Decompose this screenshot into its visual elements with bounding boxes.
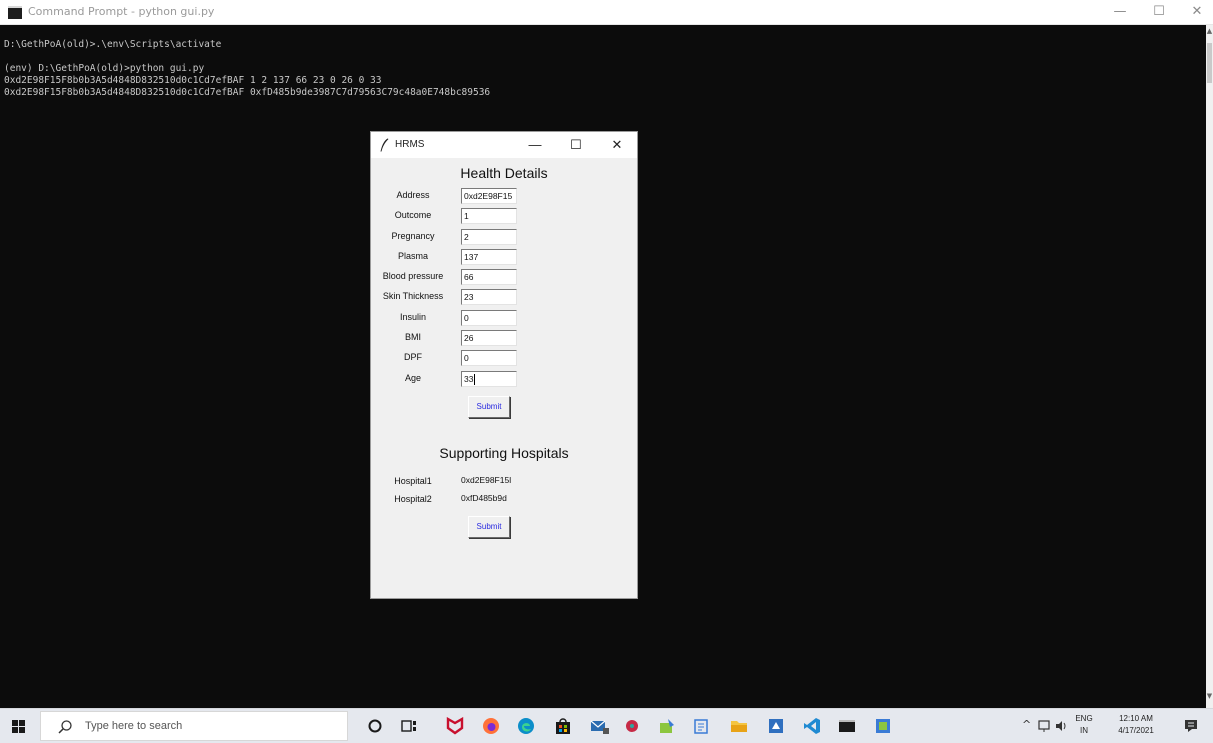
insulin-field[interactable]: 0	[461, 310, 517, 326]
console-line: (env) D:\GethPoA(old)>python gui.py	[4, 63, 205, 74]
hospital1-address: 0xd2E98F15l	[461, 475, 512, 485]
command-prompt-icon[interactable]	[835, 714, 859, 738]
submit-health-button[interactable]: Submit	[468, 396, 510, 418]
language-indicator[interactable]: ENG	[1073, 714, 1095, 723]
hrms-window: HRMS — ☐ ✕ Health Details Address 0xd2E9…	[371, 132, 637, 598]
console-line: 0xd2E98F15F8b0b3A5d4848D832510d0c1Cd7efB…	[4, 75, 382, 86]
blood-pressure-field[interactable]: 66	[461, 269, 517, 285]
skin-thickness-label: Skin Thickness	[382, 291, 444, 301]
hospital1-label: Hospital1	[394, 476, 432, 486]
hrms-close-button[interactable]: ✕	[603, 135, 631, 155]
supporting-hospitals-heading: Supporting Hospitals	[439, 445, 569, 461]
vscode-icon[interactable]	[800, 714, 824, 738]
age-value: 33	[464, 374, 474, 384]
bmi-field[interactable]: 26	[461, 330, 517, 346]
speaker-icon[interactable]	[1053, 714, 1069, 738]
scroll-down-icon[interactable]: ▼	[1206, 692, 1213, 700]
dpf-label: DPF	[404, 352, 422, 362]
notepadpp-icon[interactable]	[690, 714, 714, 738]
file-explorer-icon[interactable]	[727, 714, 751, 738]
feather-icon	[380, 138, 389, 152]
app-icon[interactable]	[620, 714, 644, 738]
search-placeholder: Type here to search	[85, 720, 183, 732]
taskbar-search-box[interactable]: Type here to search	[40, 711, 348, 741]
network-icon[interactable]	[1036, 714, 1052, 738]
scroll-thumb[interactable]	[1207, 43, 1212, 83]
bmi-label: BMI	[404, 332, 421, 342]
age-label: Age	[404, 373, 421, 383]
hospital2-label: Hospital2	[394, 494, 432, 504]
console-titlebar[interactable]: Command Prompt - python gui.py — ☐ ✕	[0, 0, 1213, 25]
console-minimize-button[interactable]: —	[1105, 2, 1135, 22]
task-view-icon[interactable]	[397, 714, 421, 738]
hrms-maximize-button[interactable]: ☐	[562, 135, 590, 155]
text-caret	[474, 374, 476, 386]
pregnancy-field[interactable]: 2	[461, 229, 517, 245]
azure-icon[interactable]	[764, 714, 788, 738]
plasma-field[interactable]: 137	[461, 249, 517, 265]
taskbar: Type here to search ^ ENG IN 12:10 AM 4/…	[0, 708, 1213, 743]
blood-pressure-label: Blood pressure	[382, 271, 444, 281]
clock-time[interactable]: 12:10 AM	[1106, 714, 1166, 723]
cortana-icon[interactable]	[363, 714, 387, 738]
submit-hospitals-button[interactable]: Submit	[468, 516, 510, 538]
hrms-minimize-button[interactable]: —	[521, 135, 549, 155]
address-field[interactable]: 0xd2E98F15	[461, 188, 517, 204]
scroll-up-icon[interactable]: ▲	[1206, 27, 1213, 35]
mcafee-icon[interactable]	[443, 714, 467, 738]
store-icon[interactable]	[551, 714, 575, 738]
clock-date[interactable]: 4/17/2021	[1106, 726, 1166, 735]
tray-chevron-icon[interactable]: ^	[1022, 718, 1031, 731]
console-window-title: Command Prompt - python gui.py	[28, 5, 215, 18]
plasma-label: Plasma	[397, 251, 428, 261]
dpf-field[interactable]: 0	[461, 350, 517, 366]
hospital2-address: 0xfD485b9d	[461, 493, 507, 503]
console-line: D:\GethPoA(old)>.\env\Scripts\activate	[4, 39, 222, 50]
pregnancy-label: Pregnancy	[391, 231, 435, 241]
console-output: D:\GethPoA(old)>.\env\Scripts\activate (…	[4, 39, 490, 99]
app-icon-2[interactable]	[871, 714, 895, 738]
hrms-titlebar[interactable]: HRMS — ☐ ✕	[371, 132, 637, 158]
search-icon	[58, 720, 72, 734]
health-details-heading: Health Details	[460, 165, 548, 181]
command-prompt-icon	[8, 6, 22, 19]
windows-start-icon[interactable]	[6, 713, 32, 739]
hrms-window-title: HRMS	[395, 139, 425, 150]
age-field[interactable]: 33	[461, 371, 517, 387]
edge-icon[interactable]	[514, 714, 538, 738]
console-line: 0xd2E98F15F8b0b3A5d4848D832510d0c1Cd7efB…	[4, 87, 491, 98]
mail-icon[interactable]	[588, 714, 612, 738]
console-close-button[interactable]: ✕	[1182, 2, 1212, 22]
skin-thickness-field[interactable]: 23	[461, 289, 517, 305]
region-indicator[interactable]: IN	[1073, 726, 1095, 735]
outcome-field[interactable]: 1	[461, 208, 517, 224]
console-maximize-button[interactable]: ☐	[1144, 2, 1174, 22]
outcome-label: Outcome	[394, 210, 432, 220]
firefox-icon[interactable]	[479, 714, 503, 738]
console-scrollbar[interactable]: ▲ ▼	[1206, 25, 1213, 708]
address-label: Address	[396, 190, 430, 200]
paint-icon[interactable]	[655, 714, 679, 738]
insulin-label: Insulin	[399, 312, 426, 322]
notification-icon[interactable]	[1183, 718, 1199, 734]
